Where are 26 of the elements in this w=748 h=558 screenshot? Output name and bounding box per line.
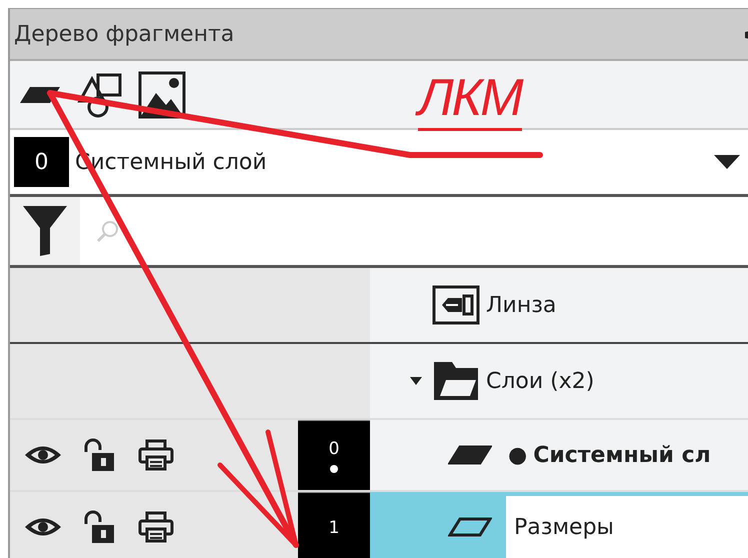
- layer-icon[interactable]: [18, 84, 62, 104]
- name-input-field[interactable]: Размеры: [506, 496, 748, 558]
- expand-caret-icon[interactable]: [410, 375, 422, 387]
- filter-button[interactable]: [10, 197, 80, 265]
- filter-icon: [23, 206, 67, 256]
- search-icon: [96, 219, 120, 243]
- tree-item-label[interactable]: Линза: [486, 292, 556, 318]
- current-bullet: ●: [508, 442, 528, 468]
- panel-title: Дерево фрагмента: [13, 22, 234, 46]
- layer-number: 0: [298, 420, 370, 490]
- shapes-icon[interactable]: [76, 70, 124, 118]
- eye-icon[interactable]: [24, 444, 62, 466]
- dropdown-arrow-icon[interactable]: [714, 155, 740, 169]
- folder-icon: [432, 360, 480, 402]
- open-lock-icon[interactable]: [84, 438, 116, 472]
- image-icon[interactable]: [138, 70, 186, 118]
- open-lock-icon[interactable]: [84, 510, 116, 544]
- view-icon: [432, 285, 480, 325]
- layer-number: 0: [14, 137, 69, 187]
- printer-icon[interactable]: [138, 439, 174, 471]
- layer-name: Системный сл: [533, 442, 711, 468]
- layer-row[interactable]: 0 ● Системный сл: [10, 420, 748, 492]
- layer-number: 1: [298, 492, 370, 558]
- printer-icon[interactable]: [138, 511, 174, 543]
- tree-item-label[interactable]: Слои (x2): [486, 368, 594, 394]
- eye-icon[interactable]: [24, 516, 62, 538]
